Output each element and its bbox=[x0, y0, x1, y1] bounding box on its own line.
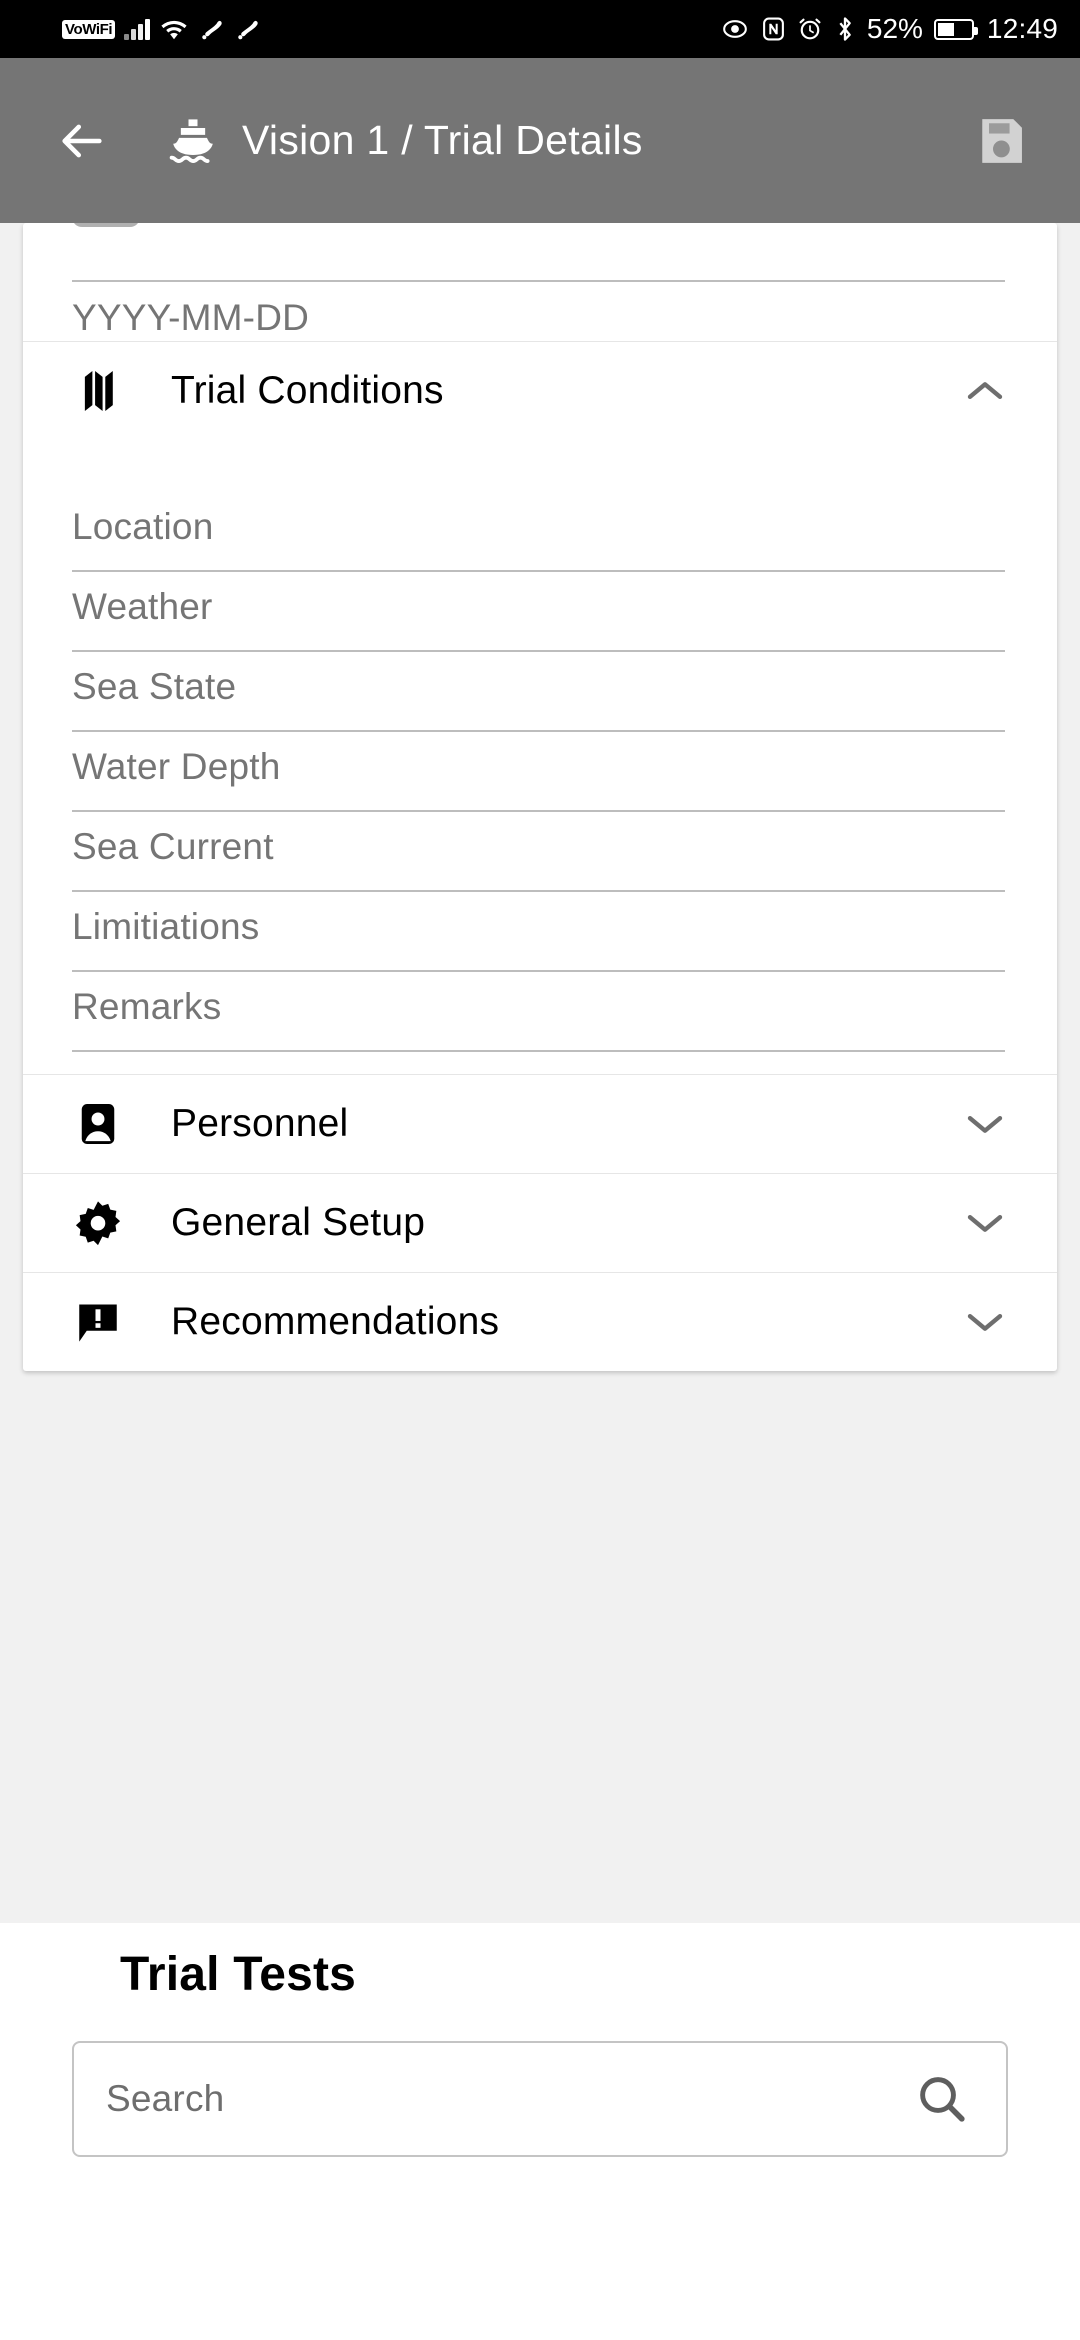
sea-state-field-placeholder: Sea State bbox=[72, 666, 237, 707]
status-bar-right-icons: 52% 12:49 bbox=[720, 13, 1058, 45]
location-field-placeholder: Location bbox=[72, 506, 214, 547]
section-body-trial-conditions: Location Weather Sea State Water Depth S… bbox=[23, 440, 1057, 1074]
save-floppy-icon[interactable] bbox=[972, 113, 1028, 169]
water-depth-field-placeholder: Water Depth bbox=[72, 746, 281, 787]
trial-tests-heading: Trial Tests bbox=[120, 1948, 357, 2001]
water-depth-field[interactable]: Water Depth bbox=[23, 732, 1057, 812]
page-title: Vision 1 / Trial Details bbox=[242, 117, 643, 163]
section-label-general-setup: General Setup bbox=[171, 1201, 426, 1244]
sea-current-field-placeholder: Sea Current bbox=[72, 826, 274, 867]
section-header-general-setup[interactable]: General Setup bbox=[23, 1174, 1057, 1272]
sea-current-field[interactable]: Sea Current bbox=[23, 812, 1057, 892]
date-field-placeholder: YYYY-MM-DD bbox=[72, 297, 310, 338]
limitiations-field-placeholder: Limitiations bbox=[72, 906, 260, 947]
weather-field[interactable]: Weather bbox=[23, 572, 1057, 652]
step-counter-icon bbox=[238, 20, 258, 40]
date-field[interactable]: YYYY-MM-DD bbox=[23, 223, 1057, 341]
remarks-field-rule bbox=[72, 1050, 1005, 1052]
limitiations-field[interactable]: Limitiations bbox=[23, 892, 1057, 972]
contact-badge-icon bbox=[72, 1098, 124, 1150]
bluetooth-icon bbox=[839, 17, 851, 41]
chevron-down-icon[interactable] bbox=[965, 1310, 1005, 1334]
clock-time: 12:49 bbox=[986, 13, 1058, 44]
chevron-down-icon[interactable] bbox=[965, 1112, 1005, 1136]
scroll-content[interactable]: YYYY-MM-DD Trial Conditions Location Wea… bbox=[0, 223, 1080, 2340]
section-label-recommendations: Recommendations bbox=[171, 1300, 500, 1343]
vowifi-badge: VoWiFi bbox=[62, 19, 116, 39]
gear-icon bbox=[72, 1197, 124, 1249]
chevron-up-icon[interactable] bbox=[965, 379, 1005, 403]
step-counter-icon bbox=[202, 20, 222, 40]
signal-bars-icon bbox=[124, 18, 151, 40]
remarks-field[interactable]: Remarks bbox=[23, 972, 1057, 1052]
search-icon[interactable] bbox=[914, 2071, 970, 2127]
comment-alert-icon bbox=[72, 1296, 124, 1348]
search-placeholder: Search bbox=[106, 2078, 225, 2119]
wifi-icon bbox=[161, 20, 187, 40]
trial-tests-section: Trial Tests Search bbox=[0, 1923, 1080, 2340]
status-bar-left-icons: VoWiFi bbox=[62, 16, 261, 42]
back-arrow-icon[interactable] bbox=[56, 115, 108, 167]
section-trial-conditions: Trial Conditions Location Weather Sea St… bbox=[23, 342, 1057, 1074]
battery-percent-label: 52% bbox=[866, 13, 923, 44]
alarm-clock-icon bbox=[799, 18, 821, 40]
weather-field-placeholder: Weather bbox=[72, 586, 213, 627]
chevron-down-icon[interactable] bbox=[965, 1211, 1005, 1235]
section-header-trial-conditions[interactable]: Trial Conditions bbox=[23, 342, 1057, 440]
trial-details-card: YYYY-MM-DD Trial Conditions Location Wea… bbox=[23, 223, 1057, 1371]
eye-icon bbox=[723, 20, 747, 38]
date-field-rule bbox=[72, 280, 1005, 282]
section-header-recommendations[interactable]: Recommendations bbox=[23, 1273, 1057, 1371]
location-field[interactable]: Location bbox=[23, 492, 1057, 572]
section-label-trial-conditions: Trial Conditions bbox=[171, 369, 444, 412]
section-label-personnel: Personnel bbox=[171, 1102, 349, 1145]
section-header-personnel[interactable]: Personnel bbox=[23, 1075, 1057, 1173]
status-bar: VoWiFi 52% 12:49 bbox=[0, 0, 1080, 58]
search-input[interactable]: Search bbox=[72, 2041, 1008, 2157]
app-bar: Vision 1 / Trial Details bbox=[0, 58, 1080, 223]
nfc-icon bbox=[762, 17, 784, 41]
ship-icon bbox=[169, 118, 213, 163]
map-icon bbox=[72, 365, 124, 417]
sea-state-field[interactable]: Sea State bbox=[23, 652, 1057, 732]
remarks-field-placeholder: Remarks bbox=[72, 986, 222, 1027]
battery-icon bbox=[933, 18, 978, 40]
